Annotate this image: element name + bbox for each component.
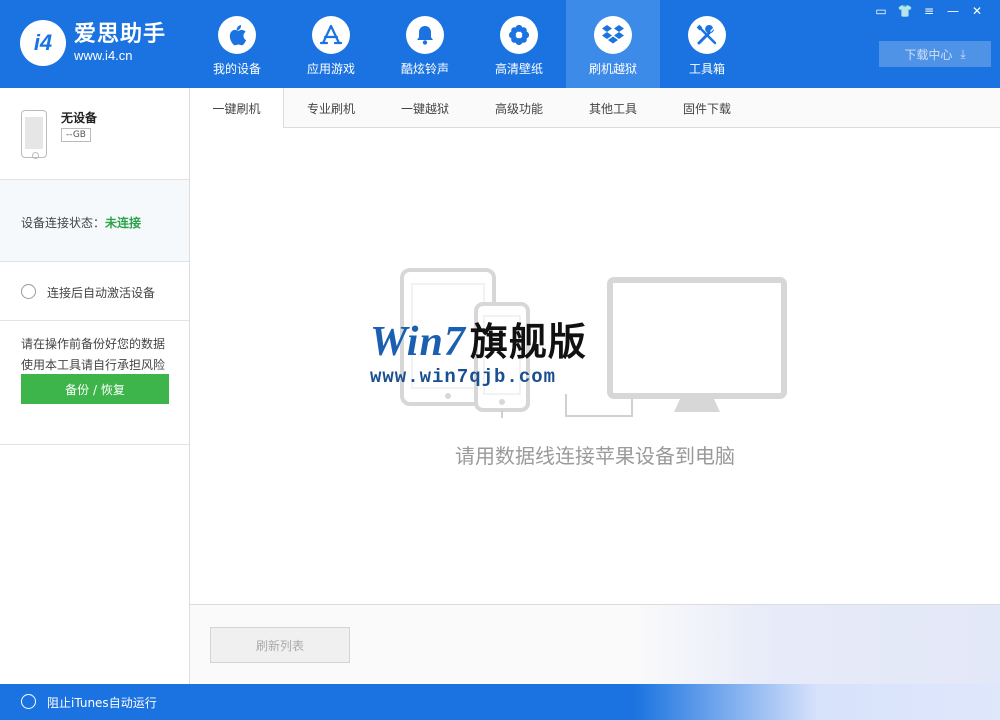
status-footer: 阻止iTunes自动运行 bbox=[0, 684, 1000, 720]
menu-icon[interactable]: ≡ bbox=[920, 2, 938, 20]
nav-ringtones[interactable]: 酷炫铃声 bbox=[378, 0, 472, 88]
backup-warning: 请在操作前备份好您的数据 使用本工具请自行承担风险 备份 / 恢复 bbox=[0, 321, 189, 445]
nav-label: 高清壁纸 bbox=[494, 62, 543, 76]
status-value: 未连接 bbox=[105, 216, 142, 230]
main-nav: 我的设备 应用游戏 酷炫铃声 高清壁纸 刷机越狱 工具箱 bbox=[190, 0, 754, 88]
download-center-button[interactable]: 下载中心 ⤓ bbox=[879, 41, 991, 67]
watermark-cn: 旗舰版 bbox=[469, 320, 587, 364]
tools-icon bbox=[688, 16, 726, 54]
status-label: 设备连接状态： bbox=[21, 216, 106, 230]
connection-status: 设备连接状态：未连接 bbox=[0, 180, 189, 262]
dropbox-icon bbox=[594, 16, 632, 54]
backup-restore-button[interactable]: 备份 / 恢复 bbox=[21, 374, 169, 404]
minimize-icon[interactable]: — bbox=[944, 2, 962, 20]
device-sidebar: 无设备 --GB 设备连接状态：未连接 连接后自动激活设备 请在操作前备份好您的… bbox=[0, 88, 190, 684]
warning-line-2: 使用本工具请自行承担风险 bbox=[21, 358, 166, 372]
nav-my-device[interactable]: 我的设备 bbox=[190, 0, 284, 88]
watermark-latin: Win7 bbox=[370, 319, 466, 365]
app-logo: i4 爱思助手 www.i4.cn bbox=[20, 20, 166, 66]
warning-line-1: 请在操作前备份好您的数据 bbox=[21, 337, 166, 351]
tab-advanced[interactable]: 高级功能 bbox=[472, 88, 566, 128]
nav-apps-games[interactable]: 应用游戏 bbox=[284, 0, 378, 88]
close-icon[interactable]: ✕ bbox=[968, 2, 986, 20]
nav-label: 刷机越狱 bbox=[588, 62, 637, 76]
device-capacity: --GB bbox=[61, 128, 91, 142]
feedback-icon[interactable]: ▭ bbox=[872, 2, 890, 20]
flower-icon bbox=[500, 16, 538, 54]
action-bar: 刷新列表 bbox=[190, 604, 1000, 685]
bell-icon bbox=[406, 16, 444, 54]
tab-one-click-flash[interactable]: 一键刷机 bbox=[190, 88, 284, 129]
logo-badge: i4 bbox=[20, 20, 66, 66]
phone-icon bbox=[21, 110, 47, 159]
watermark-url: www.win7qjb.com bbox=[370, 366, 557, 388]
tab-firmware-download[interactable]: 固件下载 bbox=[660, 88, 754, 128]
nav-label: 应用游戏 bbox=[306, 62, 355, 76]
auto-activate-label: 连接后自动激活设备 bbox=[47, 286, 156, 300]
nav-toolbox[interactable]: 工具箱 bbox=[660, 0, 754, 88]
logo-title: 爱思助手 bbox=[74, 22, 167, 47]
download-icon: ⤓ bbox=[960, 46, 966, 61]
block-itunes-radio[interactable] bbox=[21, 694, 36, 709]
logo-url: www.i4.cn bbox=[74, 48, 133, 63]
device-name: 无设备 bbox=[61, 111, 98, 125]
nav-label: 工具箱 bbox=[688, 62, 725, 76]
block-itunes-label: 阻止iTunes自动运行 bbox=[47, 696, 157, 710]
watermark: Win7 旗舰版 www.win7qjb.com bbox=[370, 320, 630, 388]
skin-icon[interactable]: 👕 bbox=[896, 2, 914, 20]
auto-activate-radio[interactable] bbox=[21, 284, 36, 299]
device-info: 无设备 --GB bbox=[0, 88, 189, 180]
nav-wallpapers[interactable]: 高清壁纸 bbox=[472, 0, 566, 88]
glow-overlay bbox=[634, 684, 1000, 720]
nav-label: 酷炫铃声 bbox=[400, 62, 449, 76]
tab-one-click-jailbreak[interactable]: 一键越狱 bbox=[378, 88, 472, 128]
apple-icon bbox=[218, 16, 256, 54]
tab-other-tools[interactable]: 其他工具 bbox=[566, 88, 660, 128]
connect-hint: 请用数据线连接苹果设备到电脑 bbox=[455, 444, 735, 468]
app-store-icon bbox=[312, 16, 350, 54]
top-header: i4 爱思助手 www.i4.cn 我的设备 应用游戏 酷炫铃声 高清壁纸 刷机… bbox=[0, 0, 1000, 88]
nav-label: 我的设备 bbox=[212, 62, 261, 76]
auto-activate-option[interactable]: 连接后自动激活设备 bbox=[0, 262, 189, 321]
download-center-label: 下载中心 bbox=[904, 47, 953, 62]
sub-tabs: 一键刷机 专业刷机 一键越狱 高级功能 其他工具 固件下载 bbox=[190, 88, 1000, 129]
tab-pro-flash[interactable]: 专业刷机 bbox=[284, 88, 378, 128]
nav-flash-jailbreak[interactable]: 刷机越狱 bbox=[566, 0, 660, 88]
window-controls: ▭ 👕 ≡ — ✕ bbox=[872, 2, 986, 20]
glow-overlay bbox=[634, 605, 1000, 685]
refresh-list-button[interactable]: 刷新列表 bbox=[210, 627, 350, 663]
